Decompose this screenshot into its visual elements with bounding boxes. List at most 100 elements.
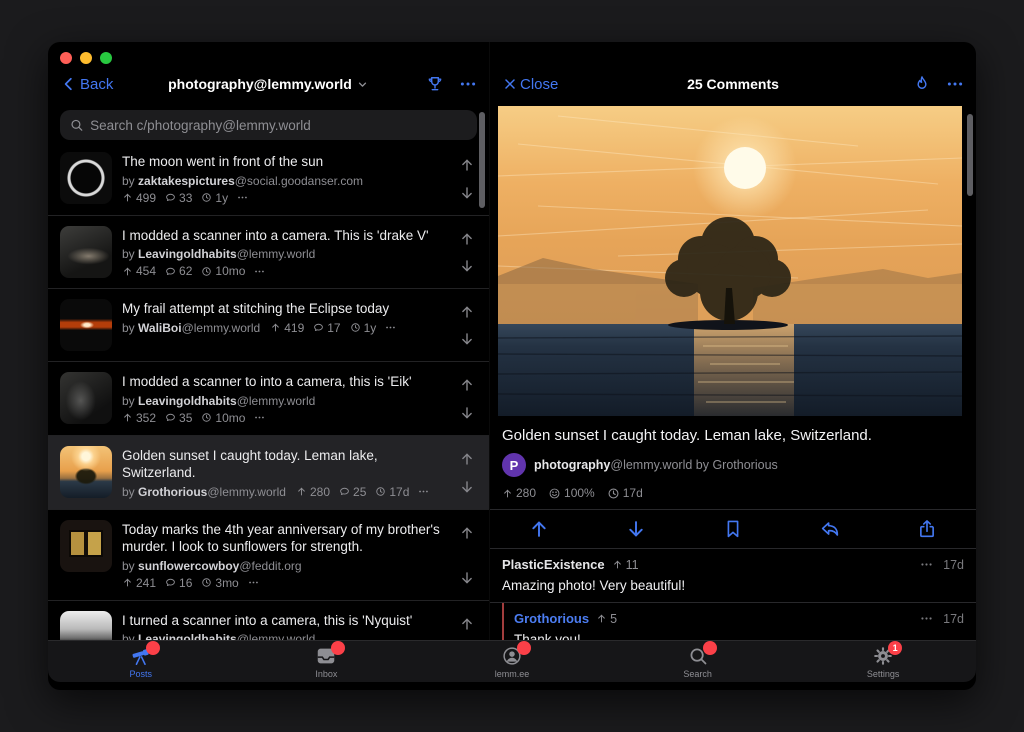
- post-age-icon: [375, 486, 386, 497]
- post-stats: 499 33 1y: [122, 191, 248, 205]
- back-button[interactable]: Back: [60, 75, 113, 93]
- upvote-count-icon: [612, 559, 623, 570]
- back-label: Back: [80, 76, 113, 93]
- upvote-button[interactable]: [459, 377, 475, 393]
- upvote-count: 280: [516, 486, 536, 500]
- bookmark-button[interactable]: [684, 518, 781, 540]
- post-age-icon: [607, 487, 620, 500]
- community-title-text: photography@lemmy.world: [168, 76, 352, 92]
- downvote-button[interactable]: [459, 479, 475, 495]
- post-list-item[interactable]: I modded a scanner to into a camera, thi…: [48, 362, 489, 436]
- comment[interactable]: PlasticExistence 11 17d Amazing photo! V…: [490, 549, 976, 603]
- downvote-button[interactable]: [459, 258, 475, 274]
- bookmark-icon: [722, 518, 744, 540]
- upvote-button[interactable]: [459, 231, 475, 247]
- sort-hot-icon[interactable]: [912, 74, 932, 94]
- post-thumbnail[interactable]: [60, 520, 112, 572]
- post-author: by zaktakespictures@social.goodanser.com: [122, 174, 363, 188]
- post-age: 17d: [623, 486, 643, 500]
- feed-header: Back photography@lemmy.world: [48, 66, 489, 102]
- post-list-item[interactable]: Golden sunset I caught today. Leman lake…: [48, 436, 489, 510]
- upvote-button[interactable]: [459, 304, 475, 320]
- post-list-item[interactable]: I turned a scanner into a camera, this i…: [48, 601, 489, 640]
- comment-more-options-icon[interactable]: [920, 612, 933, 625]
- post-thumbnail[interactable]: [60, 226, 112, 278]
- post-stats: 454 62 10mo: [122, 264, 265, 278]
- close-window-button[interactable]: [60, 52, 72, 64]
- post-author: by Leavingoldhabits@lemmy.world: [122, 247, 315, 261]
- tab-label: Search: [683, 669, 712, 679]
- post-thumbnail[interactable]: [60, 299, 112, 351]
- community-title[interactable]: photography@lemmy.world: [48, 76, 489, 92]
- detail-scrollbar[interactable]: [967, 114, 973, 196]
- comment-author[interactable]: Grothorious: [514, 611, 589, 626]
- post-image-sunset-lake-tree[interactable]: [498, 106, 962, 416]
- post-stats: 419 17 1y: [270, 321, 396, 335]
- detail-more-options-icon[interactable]: [946, 75, 964, 93]
- post-title: My frail attempt at stitching the Eclips…: [122, 300, 445, 318]
- downvote-button[interactable]: [459, 185, 475, 201]
- post-title: Golden sunset I caught today. Leman lake…: [122, 447, 445, 482]
- post-thumbnail[interactable]: [60, 372, 112, 424]
- post-age-icon: [201, 412, 212, 423]
- community-byline: photography@lemmy.world by Grothorious: [534, 458, 778, 472]
- community-name: photography: [534, 458, 610, 472]
- trophy-icon[interactable]: [425, 74, 445, 94]
- post-more-options-icon[interactable]: [254, 266, 265, 277]
- downvote-button[interactable]: [459, 331, 475, 347]
- post-list-item[interactable]: Today marks the 4th year anniversary of …: [48, 510, 489, 601]
- downvote-button[interactable]: [587, 518, 684, 540]
- community-feed-panel: Back photography@lemmy.world: [48, 42, 490, 640]
- close-button[interactable]: Close: [502, 76, 558, 93]
- post-more-options-icon[interactable]: [385, 322, 396, 333]
- post-thumbnail[interactable]: [60, 152, 112, 204]
- post-stats: 352 35 10mo: [122, 411, 265, 425]
- upvote-button[interactable]: [459, 157, 475, 173]
- detail-header: Close 25 Comments: [490, 66, 976, 102]
- upvote-count-icon: [502, 488, 513, 499]
- post-list-item[interactable]: My frail attempt at stitching the Eclips…: [48, 289, 489, 362]
- search-input[interactable]: [90, 118, 468, 133]
- reply-icon: [819, 518, 841, 540]
- upvote-button[interactable]: [490, 518, 587, 540]
- comment-author[interactable]: PlasticExistence: [502, 557, 605, 572]
- downvote-button[interactable]: [459, 570, 475, 586]
- upvote-count-icon: [596, 613, 607, 624]
- upvote-count-icon: [122, 192, 133, 203]
- upvote-button[interactable]: [459, 616, 475, 632]
- tab-inbox[interactable]: Inbox: [234, 645, 420, 679]
- minimize-window-button[interactable]: [80, 52, 92, 64]
- upvote-button[interactable]: [459, 451, 475, 467]
- post-age-icon: [201, 266, 212, 277]
- upvote-icon: [528, 518, 550, 540]
- post-more-options-icon[interactable]: [248, 577, 259, 588]
- upvote-count-icon: [122, 577, 133, 588]
- zoom-window-button[interactable]: [100, 52, 112, 64]
- post-thumbnail[interactable]: [60, 611, 112, 640]
- share-button[interactable]: [879, 518, 976, 540]
- post-stats: 280 25 17d: [296, 485, 429, 499]
- post-more-options-icon[interactable]: [254, 412, 265, 423]
- tab-settings[interactable]: 1 Settings: [790, 645, 976, 679]
- post-community-row[interactable]: P photography@lemmy.world by Grothorious: [502, 453, 962, 477]
- tab-search[interactable]: Search: [605, 645, 791, 679]
- tab-lemm-ee[interactable]: lemm.ee: [419, 645, 605, 679]
- reply-button[interactable]: [782, 518, 879, 540]
- post-list-item[interactable]: The moon went in front of the sun by zak…: [48, 142, 489, 216]
- comment-votes: 5: [596, 612, 617, 626]
- tab-posts[interactable]: Posts: [48, 645, 234, 679]
- upvote-count-icon: [122, 266, 133, 277]
- post-list-item[interactable]: I modded a scanner into a camera. This i…: [48, 216, 489, 290]
- search-bar[interactable]: [60, 110, 477, 140]
- comment-list: PlasticExistence 11 17d Amazing photo! V…: [490, 549, 976, 640]
- post-more-options-icon[interactable]: [418, 486, 429, 497]
- feed-scrollbar[interactable]: [479, 112, 485, 208]
- post-more-options-icon[interactable]: [237, 192, 248, 203]
- downvote-button[interactable]: [459, 405, 475, 421]
- post-thumbnail[interactable]: [60, 446, 112, 498]
- comment[interactable]: Grothorious 5 17d Thank you!: [502, 603, 976, 640]
- feed-more-options-icon[interactable]: [459, 75, 477, 93]
- post-age-icon: [350, 322, 361, 333]
- comment-more-options-icon[interactable]: [920, 558, 933, 571]
- upvote-button[interactable]: [459, 525, 475, 541]
